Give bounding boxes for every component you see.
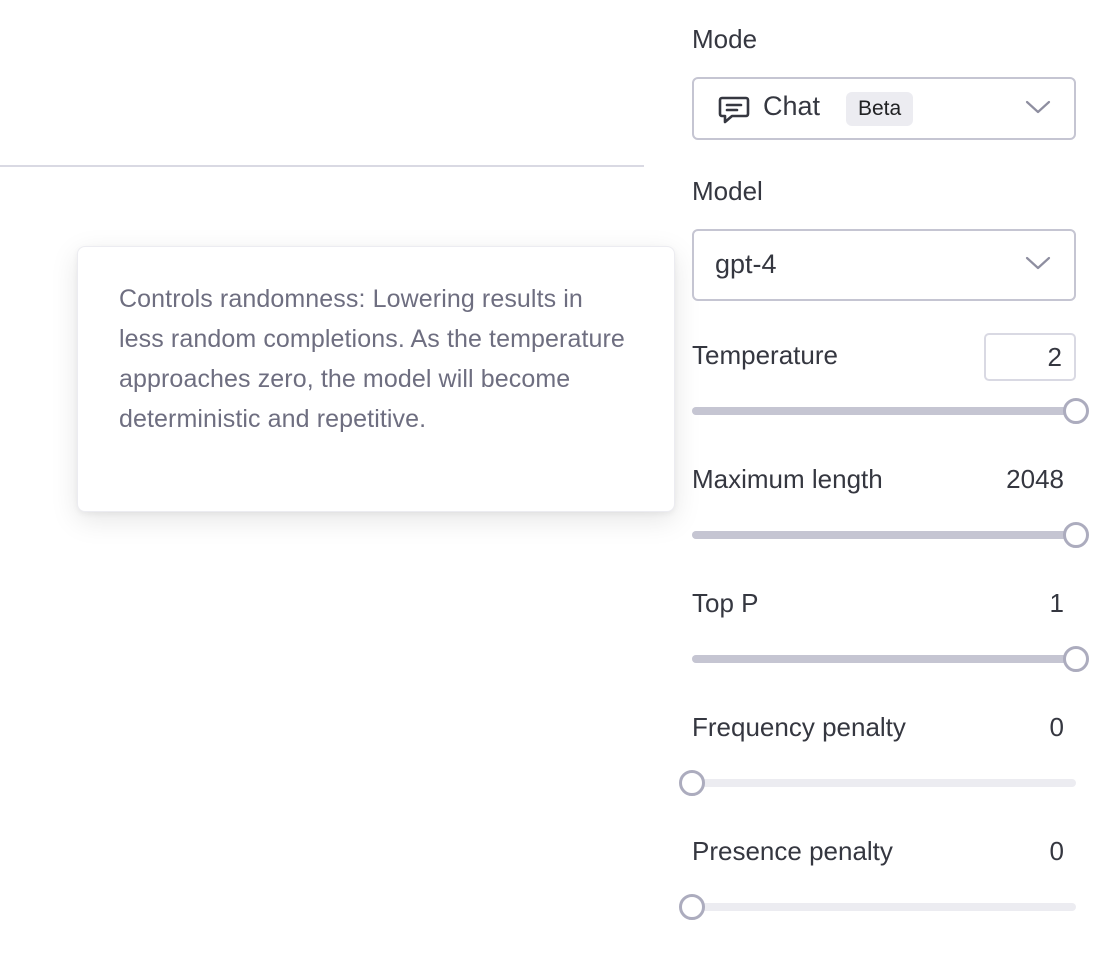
top-p-slider[interactable]: [692, 644, 1089, 674]
frequency-penalty-slider[interactable]: [679, 768, 1076, 798]
slider-track: [692, 779, 1076, 787]
max-length-value[interactable]: 2048: [1006, 464, 1064, 495]
settings-panel: Mode Chat Beta Model gpt-4 Temperature 2…: [679, 0, 1106, 970]
header-divider: [0, 165, 644, 167]
max-length-label: Maximum length: [692, 464, 883, 494]
top-p-value[interactable]: 1: [1050, 588, 1064, 619]
model-select[interactable]: gpt-4: [692, 229, 1076, 301]
temperature-tooltip: Controls randomness: Lowering results in…: [77, 246, 675, 512]
model-label: Model: [692, 176, 763, 206]
slider-thumb[interactable]: [679, 894, 705, 920]
slider-thumb[interactable]: [679, 770, 705, 796]
presence-penalty-slider[interactable]: [679, 892, 1076, 922]
slider-fill: [692, 407, 1076, 415]
beta-badge: Beta: [846, 92, 914, 126]
mode-label: Mode: [692, 24, 758, 54]
temperature-input[interactable]: [984, 333, 1076, 381]
slider-fill: [692, 531, 1076, 539]
slider-track: [692, 903, 1076, 911]
max-length-slider[interactable]: [692, 520, 1089, 550]
slider-thumb[interactable]: [1063, 522, 1089, 548]
temperature-slider[interactable]: [692, 396, 1089, 426]
slider-fill: [692, 655, 1076, 663]
presence-penalty-value[interactable]: 0: [1050, 836, 1064, 867]
top-p-label: Top P: [692, 588, 759, 618]
slider-thumb[interactable]: [1063, 398, 1089, 424]
mode-select[interactable]: Chat Beta: [692, 77, 1076, 140]
mode-value: Chat: [763, 91, 821, 121]
tooltip-text: Controls randomness: Lowering results in…: [119, 285, 625, 433]
chevron-down-icon: [1024, 253, 1052, 273]
chat-bubble-icon: [718, 95, 750, 125]
model-value: gpt-4: [715, 249, 777, 279]
chevron-down-icon: [1024, 97, 1052, 117]
frequency-penalty-value[interactable]: 0: [1050, 712, 1064, 743]
frequency-penalty-label: Frequency penalty: [692, 712, 906, 742]
temperature-label: Temperature: [692, 340, 838, 370]
presence-penalty-label: Presence penalty: [692, 836, 893, 866]
slider-thumb[interactable]: [1063, 646, 1089, 672]
